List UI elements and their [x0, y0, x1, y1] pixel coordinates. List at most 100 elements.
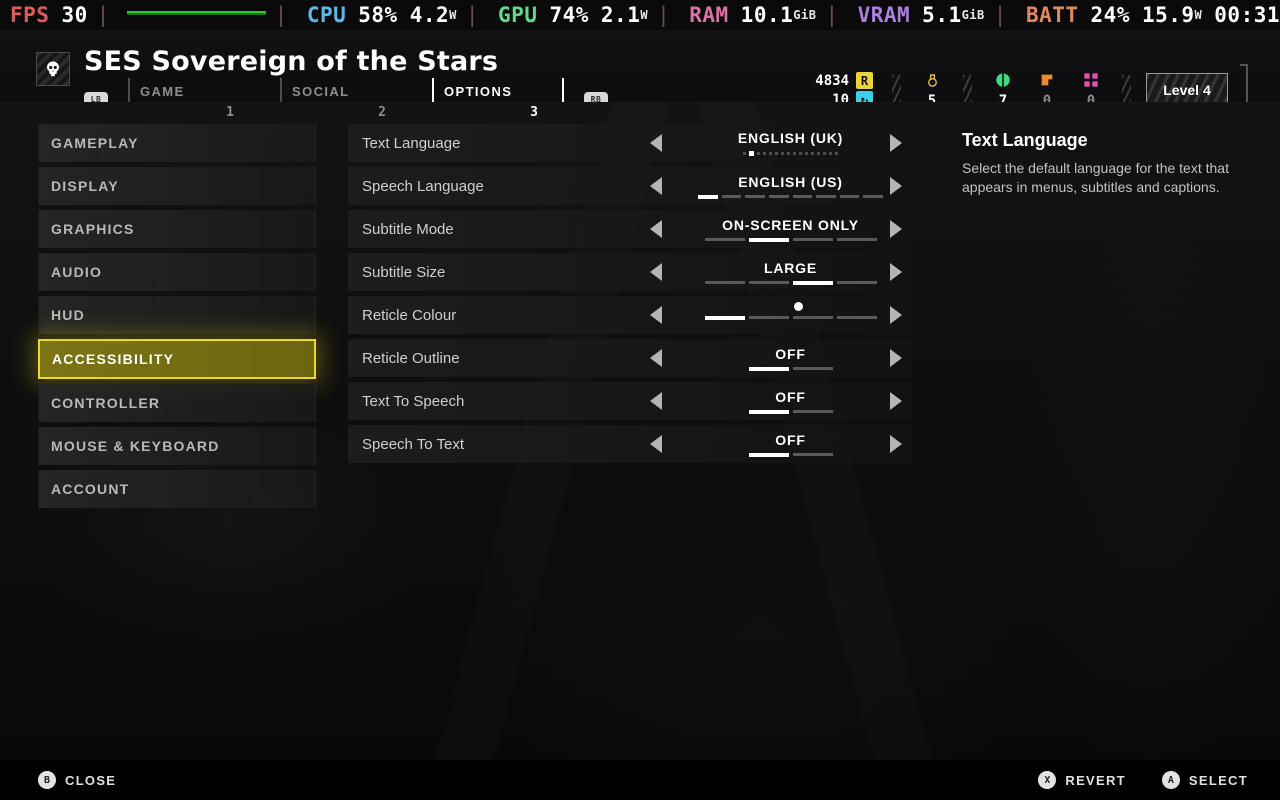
- left-arrow-icon[interactable]: [650, 177, 662, 195]
- indicator-segment: [792, 194, 813, 198]
- revert-label: REVERT: [1065, 772, 1126, 788]
- sidebar-item-account[interactable]: ACCOUNT: [38, 470, 316, 508]
- setting-label: Reticle Colour: [362, 306, 457, 324]
- select-button[interactable]: A SELECT: [1161, 771, 1248, 789]
- right-arrow-icon[interactable]: [890, 306, 902, 324]
- indicator-dot: [835, 152, 838, 155]
- setting-row[interactable]: Speech Language ENGLISH (US): [348, 167, 912, 205]
- setting-row[interactable]: Text To Speech OFF: [348, 382, 912, 420]
- setting-segment-indicator: [698, 452, 883, 457]
- select-label: SELECT: [1188, 772, 1248, 788]
- sidebar-item-hud[interactable]: HUD: [38, 296, 316, 334]
- right-arrow-icon[interactable]: [890, 263, 902, 281]
- setting-value: OFF: [775, 431, 806, 448]
- indicator-dot: [743, 152, 746, 155]
- sidebar-item-audio[interactable]: AUDIO: [38, 253, 316, 291]
- indicator-segment: [698, 194, 718, 199]
- setting-value-group: OFF: [698, 382, 883, 420]
- left-arrow-icon[interactable]: [650, 263, 662, 281]
- sidebar-item-graphics[interactable]: GRAPHICS: [38, 210, 316, 248]
- sidebar-item-display[interactable]: DISPLAY: [38, 167, 316, 205]
- indicator-segment: [748, 315, 789, 319]
- footer-action-bar: B CLOSE X REVERT A SELECT: [0, 760, 1280, 800]
- left-arrow-icon[interactable]: [650, 435, 662, 453]
- tab-number: 2: [378, 105, 386, 120]
- indicator-segment: [863, 194, 883, 198]
- left-arrow-icon[interactable]: [650, 134, 662, 152]
- vram-label: VRAM: [857, 3, 911, 27]
- fps-graph: [126, 4, 266, 26]
- gpu-label: GPU: [498, 3, 538, 27]
- setting-row[interactable]: Speech To Text OFF: [348, 425, 912, 463]
- indicator-segment: [745, 194, 765, 198]
- button-a-icon: A: [1161, 771, 1180, 789]
- right-arrow-icon[interactable]: [890, 177, 902, 195]
- close-label: CLOSE: [65, 772, 117, 788]
- indicator-dot: [769, 152, 772, 155]
- setting-value-group: OFF: [698, 339, 883, 377]
- tab-number: 1: [226, 105, 234, 120]
- left-arrow-icon[interactable]: [650, 349, 662, 367]
- divider: [1122, 75, 1131, 105]
- setting-row[interactable]: Subtitle Size LARGE: [348, 253, 912, 291]
- sidebar-item-gameplay[interactable]: GAMEPLAY: [38, 124, 316, 162]
- battery-percent: 24%: [1090, 3, 1130, 27]
- setting-segment-indicator: [698, 366, 883, 371]
- sidebar-item-label: MOUSE & KEYBOARD: [51, 438, 220, 454]
- sidebar-item-label: ACCESSIBILITY: [52, 351, 175, 367]
- tab-number: 3: [530, 105, 538, 120]
- requisition-value: 4834: [815, 72, 849, 89]
- left-arrow-icon[interactable]: [650, 220, 662, 238]
- indicator-dot: [793, 152, 796, 155]
- indicator-segment: [792, 315, 833, 319]
- colour-marker: [794, 301, 804, 311]
- right-arrow-icon[interactable]: [890, 349, 902, 367]
- super-sample-icon: [1083, 71, 1099, 89]
- sidebar-item-accessibility[interactable]: ACCESSIBILITY: [38, 339, 316, 379]
- left-arrow-icon[interactable]: [650, 306, 662, 324]
- right-arrow-icon[interactable]: [890, 220, 902, 238]
- divider: [963, 75, 972, 105]
- perf-separator: |: [657, 3, 671, 27]
- fps-value: 30: [61, 3, 88, 27]
- setting-row[interactable]: Text Language ENGLISH (UK): [348, 124, 912, 162]
- tab-label: SOCIAL: [292, 84, 350, 99]
- setting-segment-indicator: [698, 301, 883, 320]
- sidebar-item-label: AUDIO: [51, 264, 103, 280]
- right-arrow-icon[interactable]: [890, 392, 902, 410]
- setting-row[interactable]: Reticle Colour: [348, 296, 912, 334]
- sidebar-item-controller[interactable]: CONTROLLER: [38, 384, 316, 422]
- sidebar-item-mouse-keyboard[interactable]: MOUSE & KEYBOARD: [38, 427, 316, 465]
- indicator-segment: [768, 194, 789, 198]
- sidebar-item-label: CONTROLLER: [51, 395, 161, 411]
- revert-button[interactable]: X REVERT: [1038, 771, 1126, 789]
- indicator-dot: [817, 152, 820, 155]
- setting-value-group: ON-SCREEN ONLY: [698, 210, 883, 248]
- left-arrow-icon[interactable]: [650, 392, 662, 410]
- indicator-segment: [748, 409, 789, 414]
- gpu-watts: 2.1: [600, 3, 641, 27]
- close-button[interactable]: B CLOSE: [38, 771, 116, 789]
- setting-row[interactable]: Reticle Outline OFF: [348, 339, 912, 377]
- indicator-segment: [836, 237, 877, 241]
- setting-label: Speech To Text: [362, 435, 465, 453]
- indicator-dot: [787, 152, 790, 155]
- right-arrow-icon[interactable]: [890, 134, 902, 152]
- setting-label: Speech Language: [362, 177, 484, 195]
- setting-value: ENGLISH (UK): [737, 130, 844, 146]
- right-arrow-icon[interactable]: [890, 435, 902, 453]
- indicator-segment: [704, 315, 745, 320]
- options-category-list: GAMEPLAY DISPLAY GRAPHICS AUDIO HUD ACCE…: [38, 124, 316, 513]
- indicator-segment: [836, 315, 877, 319]
- battery-watts-unit: W: [1194, 8, 1203, 22]
- setting-row[interactable]: Subtitle Mode ON-SCREEN ONLY: [348, 210, 912, 248]
- sidebar-item-label: GRAPHICS: [51, 221, 135, 237]
- sidebar-item-label: GAMEPLAY: [51, 135, 139, 151]
- vram-value: 5.1: [922, 3, 962, 27]
- setting-segment-indicator: [698, 280, 883, 285]
- gpu-percent: 74%: [549, 3, 589, 27]
- setting-value-group: OFF: [698, 425, 883, 463]
- indicator-segment: [721, 194, 742, 198]
- setting-value-group: ENGLISH (US): [698, 167, 883, 205]
- cpu-percent: 58%: [358, 3, 398, 27]
